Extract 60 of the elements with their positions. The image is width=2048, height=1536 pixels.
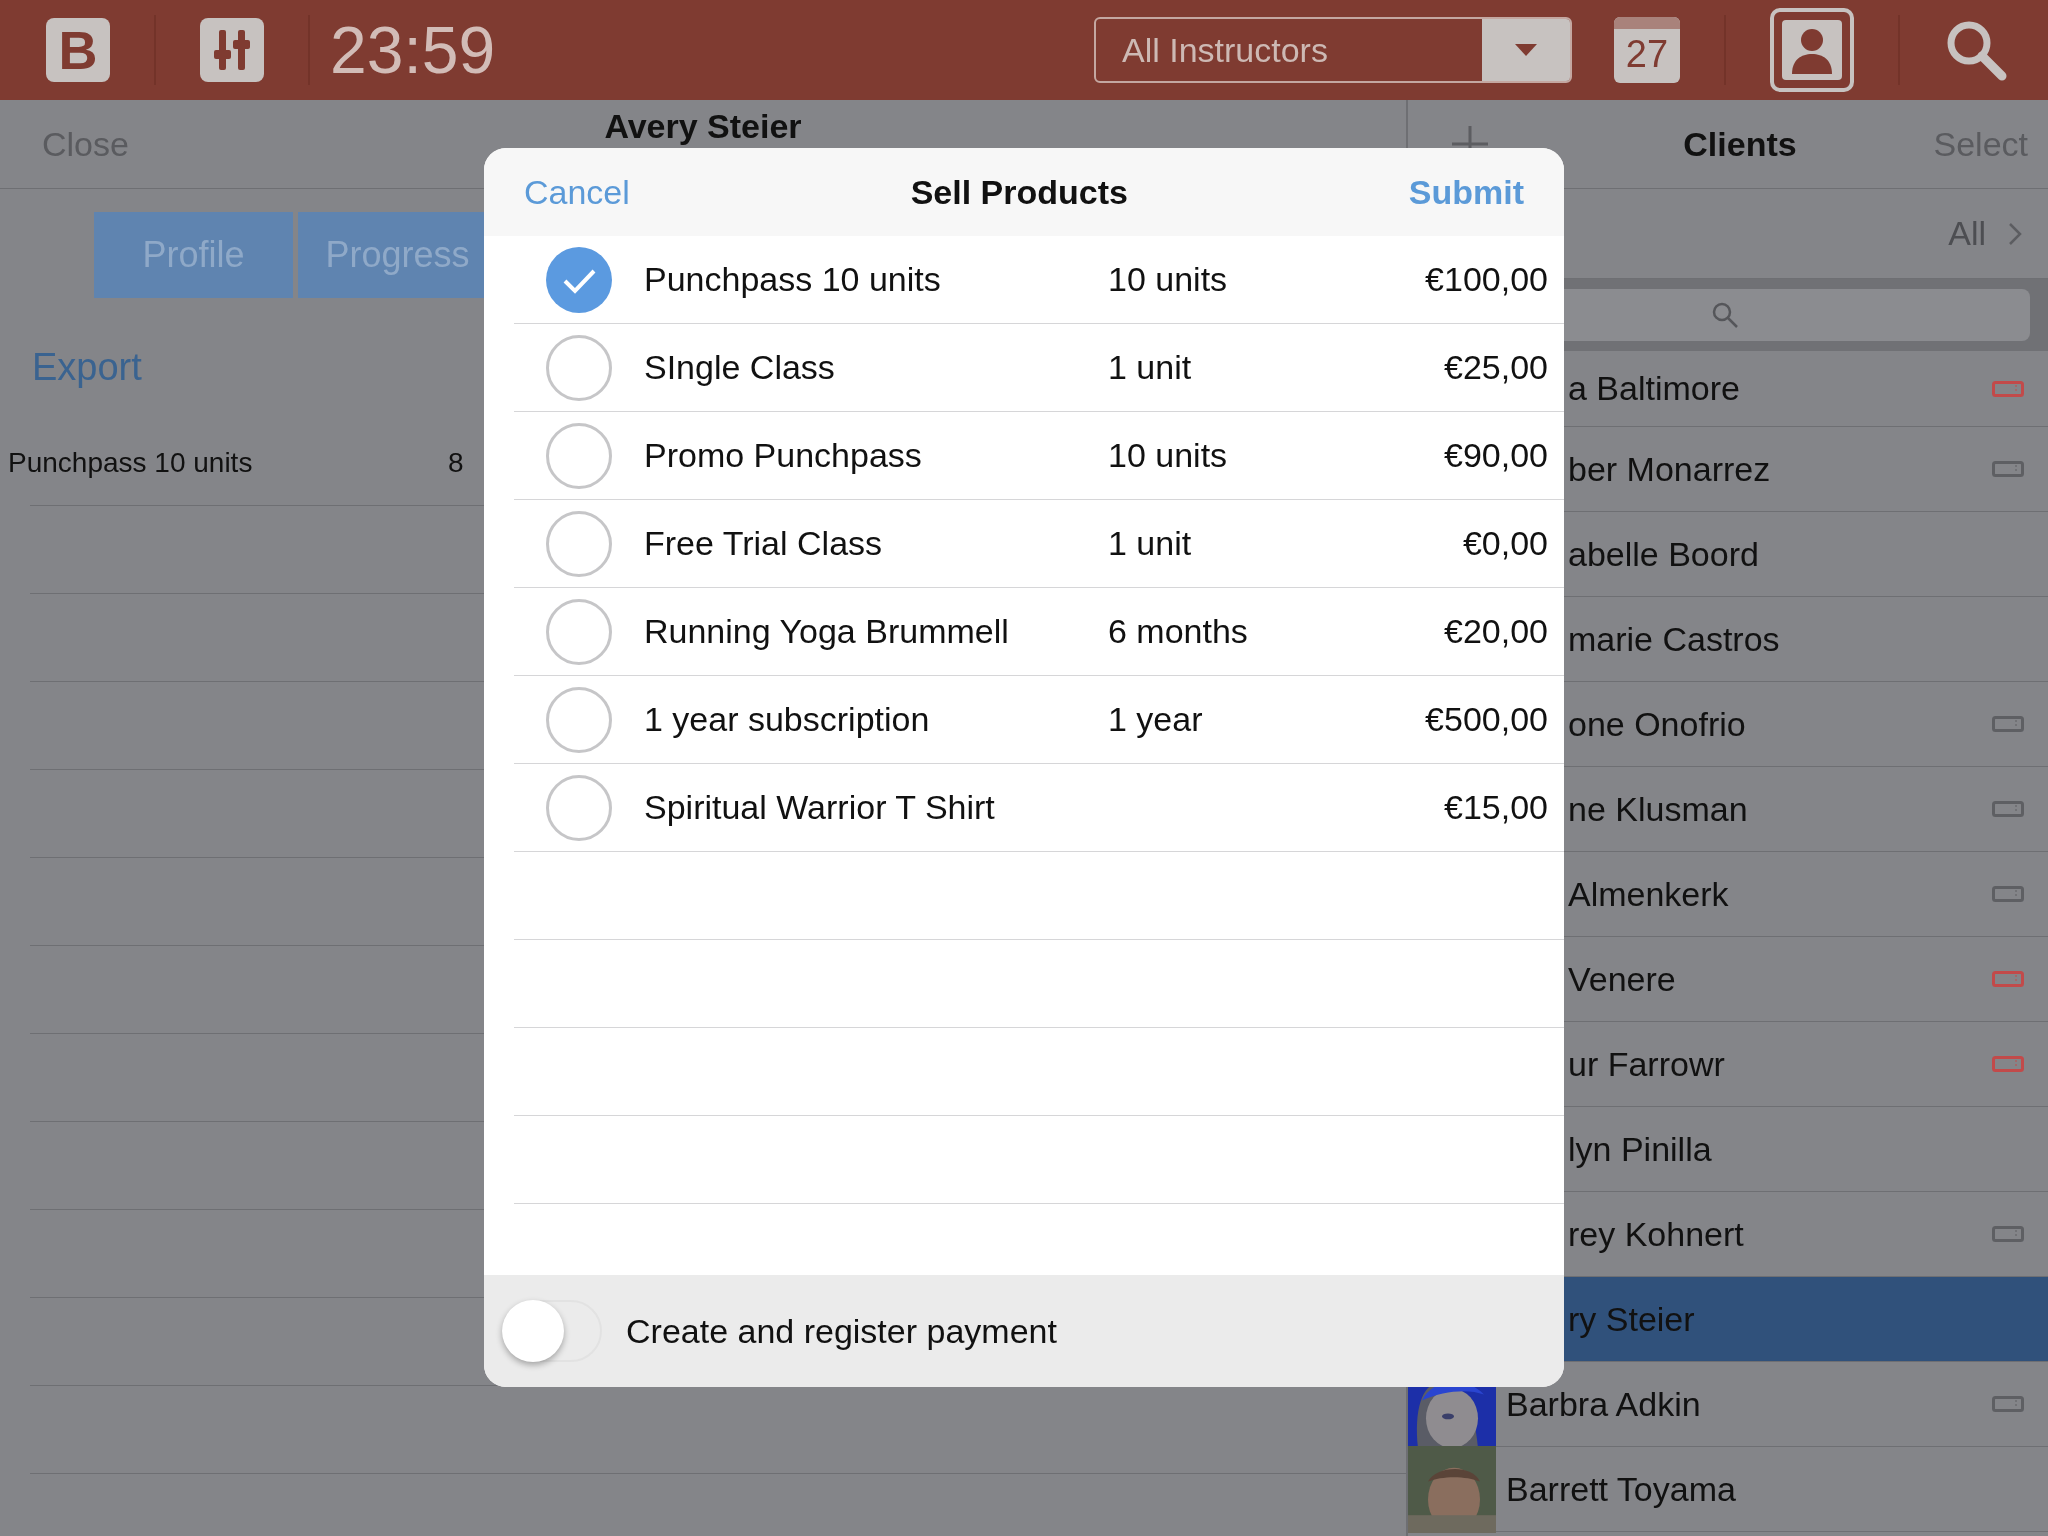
toggle-label: Create and register payment <box>626 1311 1057 1351</box>
client-name-title: Avery Steier <box>604 106 802 146</box>
checked-radio-icon[interactable] <box>546 246 612 313</box>
radio-icon[interactable] <box>546 598 612 665</box>
product-units: 1 year <box>1108 700 1203 738</box>
client-name: ne Klusman <box>1568 789 1748 829</box>
product-name: Running Yoga Brummell <box>644 612 1010 651</box>
product-units: 10 units <box>1108 260 1228 298</box>
product-name: Free Trial Class <box>644 524 884 563</box>
client-name: Barrett Toyama <box>1506 1469 1736 1509</box>
radio-icon[interactable] <box>546 334 612 401</box>
product-price: €25,00 <box>1444 348 1548 386</box>
product-units: 10 units <box>1108 436 1228 474</box>
sliders-icon[interactable] <box>200 18 264 82</box>
payment-toggle[interactable] <box>502 1300 602 1362</box>
client-name: marie Castros <box>1568 619 1780 659</box>
cancel-button[interactable]: Cancel <box>524 172 630 212</box>
clock-time: 23:59 <box>330 12 496 88</box>
client-name: abelle Boord <box>1568 534 1759 574</box>
client-row[interactable]: Barrett Toyama <box>1408 1447 2048 1532</box>
product-count: 8 <box>448 446 464 479</box>
submit-button[interactable]: Submit <box>1408 172 1524 212</box>
product-price: €90,00 <box>1444 436 1548 474</box>
client-name: Almenkerk <box>1568 874 1729 914</box>
client-name: ber Monarrez <box>1568 449 1771 489</box>
client-name: a Baltimore <box>1568 369 1740 408</box>
product-price: €500,00 <box>1425 700 1548 738</box>
product-name: Punchpass 10 units <box>8 446 254 479</box>
product-price: €0,00 <box>1462 524 1548 562</box>
radio-icon[interactable] <box>546 510 612 577</box>
client-name: Barbra Adkin <box>1506 1384 1701 1424</box>
product-units: 1 unit <box>1108 348 1192 386</box>
app-logo[interactable]: B <box>46 18 110 82</box>
product-units: 1 unit <box>1108 524 1192 562</box>
caret-icon <box>1515 44 1537 56</box>
client-name: Venere <box>1568 959 1676 999</box>
dialog-title: Sell Products <box>910 172 1128 212</box>
instructor-dropdown[interactable]: All Instructors <box>1094 17 1572 83</box>
radio-icon[interactable] <box>546 422 612 489</box>
chevron-icon[interactable] <box>2008 221 2022 246</box>
product-name: SIngle Class <box>644 348 836 387</box>
radio-icon[interactable] <box>546 686 612 753</box>
client-name: rey Kohnert <box>1568 1214 1744 1254</box>
client-name: ry Steier <box>1568 1299 1695 1339</box>
client-name: one Onofrio <box>1568 704 1746 744</box>
radio-icon[interactable] <box>546 774 612 841</box>
product-name: 1 year subscription <box>644 700 931 739</box>
product-units: 6 months <box>1108 612 1248 650</box>
calendar-button[interactable]: 27 <box>1614 17 1680 83</box>
product-name: Promo Punchpass <box>644 436 923 475</box>
person-icon[interactable] <box>1770 8 1854 92</box>
client-name: ur Farrowr <box>1568 1044 1725 1084</box>
search-icon <box>1711 301 1739 329</box>
product-name: Punchpass 10 units <box>644 260 942 299</box>
product-price: €20,00 <box>1444 612 1548 650</box>
product-price: €15,00 <box>1444 788 1548 826</box>
clients-title: Clients <box>1683 124 1797 164</box>
client-name: lyn Pinilla <box>1568 1129 1712 1169</box>
product-name: Spiritual Warrior T Shirt <box>644 788 996 827</box>
product-price: €100,00 <box>1425 260 1548 298</box>
